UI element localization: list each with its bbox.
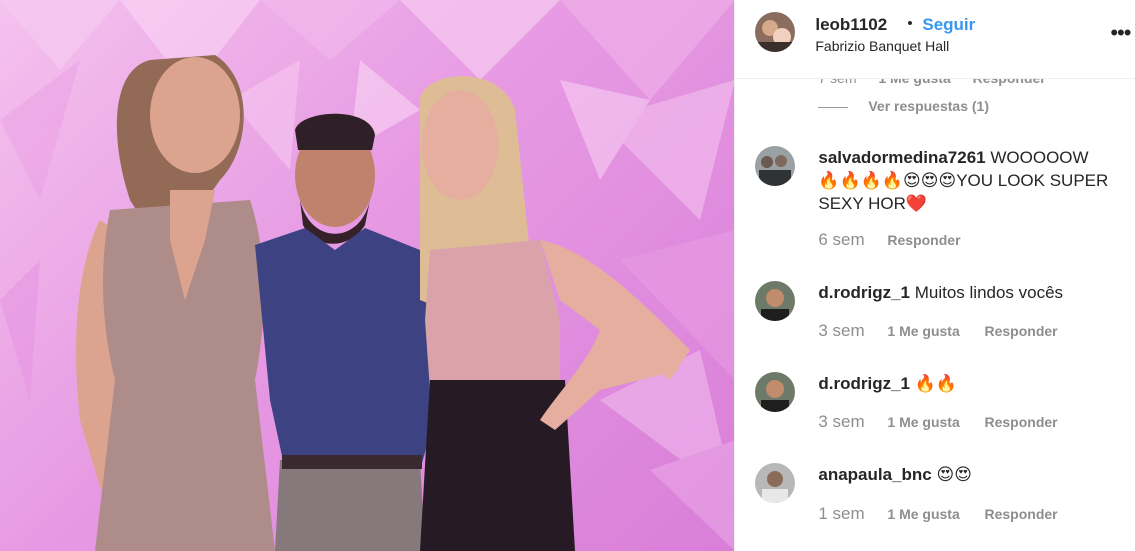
separator-dot: • bbox=[907, 15, 913, 32]
comment-text: Muitos lindos vocês bbox=[914, 283, 1064, 302]
comment-likes[interactable]: 1 Me gusta bbox=[887, 323, 959, 339]
replies-divider bbox=[818, 106, 849, 108]
comment-body: salvadormedina7261 WOOOOOW🔥🔥🔥🔥😍😍😍YOU LOO… bbox=[818, 146, 1108, 215]
comment-time: 3 sem bbox=[818, 412, 865, 431]
commenter-username[interactable]: anapaula_bnc bbox=[818, 465, 931, 484]
commenter-avatar[interactable] bbox=[755, 146, 796, 186]
comment-meta: 3 sem 1 Me gusta Responder bbox=[818, 321, 1077, 341]
comment-reply-button[interactable]: Responder bbox=[887, 232, 960, 248]
commenter-avatar[interactable] bbox=[755, 372, 796, 412]
more-options-icon[interactable]: ••• bbox=[1110, 20, 1131, 46]
view-replies-button[interactable]: Ver respuestas (1) bbox=[818, 98, 989, 114]
commenter-username[interactable]: salvadormedina7261 bbox=[818, 148, 985, 167]
commenter-avatar[interactable] bbox=[755, 463, 796, 503]
comment-reply-button[interactable]: Responder bbox=[984, 506, 1057, 522]
commenter-username[interactable]: d.rodrigz_1 bbox=[818, 374, 910, 393]
commenter-username[interactable]: d.rodrigz_1 bbox=[818, 283, 910, 302]
comment-meta: 3 sem 1 Me gusta Responder bbox=[818, 412, 1077, 432]
comment-likes[interactable]: 1 Me gusta bbox=[887, 414, 959, 430]
comment-time: 1 sem bbox=[818, 504, 865, 523]
comment-text: 🔥🔥 bbox=[914, 374, 958, 393]
follow-button[interactable]: Seguir bbox=[922, 15, 975, 35]
comment-reply-button[interactable]: Responder bbox=[984, 323, 1057, 339]
post-header: leob1102 • Seguir Fabrizio Banquet Hall … bbox=[735, 0, 1135, 79]
comment-time: 3 sem bbox=[818, 321, 865, 340]
comments-panel: leob1102 • Seguir Fabrizio Banquet Hall … bbox=[734, 0, 1135, 551]
post-photo[interactable] bbox=[0, 0, 735, 551]
commenter-avatar[interactable] bbox=[755, 281, 796, 321]
comment-likes[interactable]: 1 Me gusta bbox=[887, 506, 959, 522]
view-replies-label: Ver respuestas (1) bbox=[868, 98, 989, 114]
comment-time: 6 sem bbox=[818, 230, 865, 249]
comment-body: d.rodrigz_1 Muitos lindos vocês bbox=[818, 281, 1108, 304]
comment-body: d.rodrigz_1 🔥🔥 bbox=[818, 372, 1108, 395]
poster-username[interactable]: leob1102 bbox=[815, 15, 887, 35]
comment-reply-button[interactable]: Responder bbox=[984, 414, 1057, 430]
photo-illustration bbox=[0, 0, 735, 551]
comment-body: anapaula_bnc 😍😍 bbox=[818, 463, 1108, 486]
location-link[interactable]: Fabrizio Banquet Hall bbox=[815, 38, 949, 54]
poster-avatar[interactable] bbox=[755, 12, 796, 52]
comment-meta: 1 sem 1 Me gusta Responder bbox=[818, 504, 1077, 524]
comment-text: 😍😍 bbox=[936, 465, 972, 484]
comment-meta: 6 sem Responder bbox=[818, 230, 980, 250]
